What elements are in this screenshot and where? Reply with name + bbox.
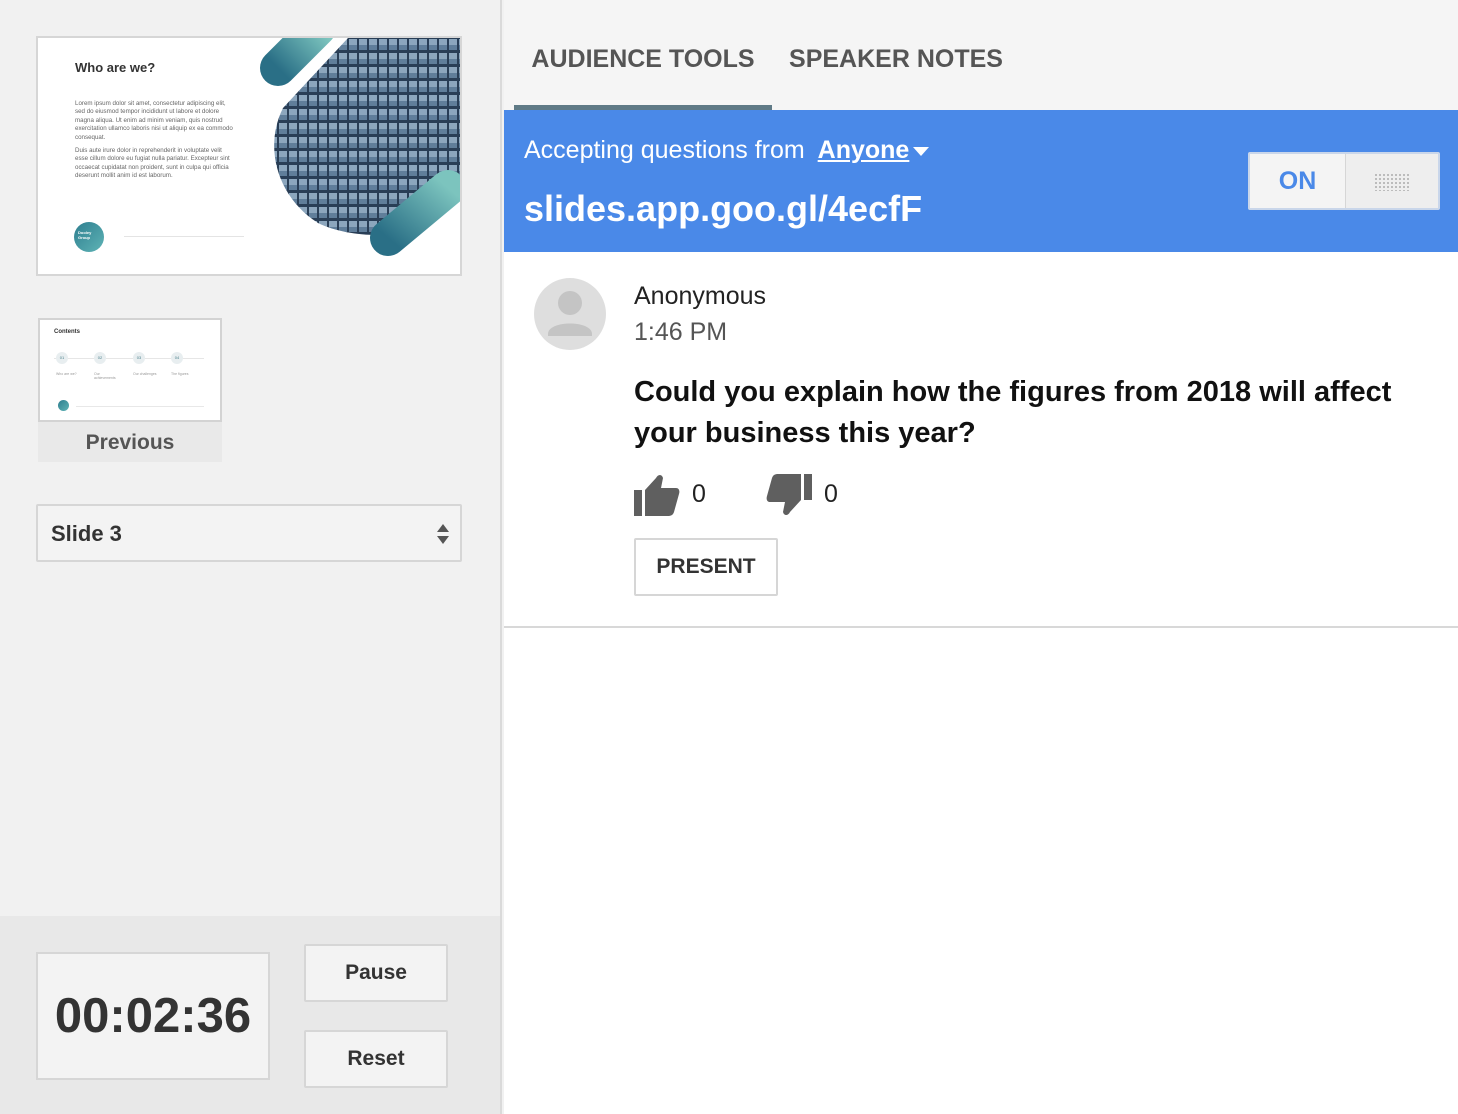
thumb-logo [58,400,69,411]
slide-paragraph-1: Lorem ipsum dolor sit amet, consectetur … [75,100,233,141]
slide-title: Who are we? [75,60,156,75]
previous-slide-thumbnail: Contents 01 02 03 04 Who are we? Our ach… [38,318,222,422]
slide-select-value: Slide 3 [51,521,122,546]
reset-button[interactable]: Reset [304,1030,448,1088]
qa-toggle[interactable]: ON [1248,152,1440,210]
tab-bar: AUDIENCE TOOLS SPEAKER NOTES [504,0,1458,110]
avatar [534,278,606,350]
thumb-footer-line [76,406,204,407]
thumbs-down-icon[interactable] [766,474,812,518]
audience-dropdown[interactable]: Anyone [818,136,930,164]
thumb-title: Contents [54,329,80,335]
question-card: Anonymous 1:46 PM Could you explain how … [504,252,1458,628]
previous-slide-button[interactable]: Contents 01 02 03 04 Who are we? Our ach… [38,318,222,462]
previous-label: Previous [85,431,175,454]
timer-value: 00:02:36 [54,989,252,1043]
caret-down-icon [913,146,930,156]
thumb-item-caption: The figures [171,372,189,376]
present-button[interactable]: PRESENT [634,538,778,596]
thumb-item-num: 04 [171,352,183,364]
accepting-questions: Accepting questions from Anyone [524,136,930,165]
slide-paragraph-2: Duis aute irure dolor in reprehenderit i… [75,147,230,180]
toggle-on-label: ON [1250,154,1346,208]
current-slide-preview: Who are we? Lorem ipsum dolor sit amet, … [36,36,462,276]
slide-body: Lorem ipsum dolor sit amet, consectetur … [75,100,233,186]
qa-banner: Accepting questions from Anyone slides.a… [504,110,1458,252]
question-time: 1:46 PM [634,318,728,346]
thumb-item-num: 02 [94,352,106,364]
pause-button[interactable]: Pause [304,944,448,1002]
left-panel: Who are we? Lorem ipsum dolor sit amet, … [0,0,502,1114]
tab-speaker-notes[interactable]: SPEAKER NOTES [772,0,1020,110]
qa-link-url[interactable]: slides.app.goo.gl/4ecfF [524,188,922,230]
tab-audience-tools[interactable]: AUDIENCE TOOLS [514,0,772,110]
audience-dropdown-value: Anyone [817,136,910,164]
accepting-label: Accepting questions from [524,136,805,164]
thumb-item-num: 01 [56,352,68,364]
thumb-item-num: 03 [133,352,145,364]
thumb-item-caption: Our challenges [133,372,157,376]
question-author: Anonymous [634,282,767,310]
thumb-item-caption: Who are we? [56,372,77,376]
slide-logo-text: Dooley Group [78,230,92,240]
slide-logo: Dooley Group [74,222,104,252]
right-panel: AUDIENCE TOOLS SPEAKER NOTES Accepting q… [504,0,1458,1114]
thumbs-up-icon[interactable] [634,472,680,516]
slide-building-image [260,38,460,256]
slide-select[interactable]: Slide 3 [36,504,462,562]
timer-display: 00:02:36 [36,952,270,1080]
upvote-count: 0 [692,480,706,508]
slide-footer-line [124,236,244,237]
person-icon [548,291,592,336]
thumb-item-caption: Our achievements [94,372,116,380]
question-text: Could you explain how the figures from 2… [634,376,1392,449]
toggle-grip-icon [1374,173,1410,191]
select-arrows-icon [437,524,449,544]
downvote-count: 0 [824,480,838,508]
timer-area: 00:02:36 Pause Reset [0,916,500,1114]
